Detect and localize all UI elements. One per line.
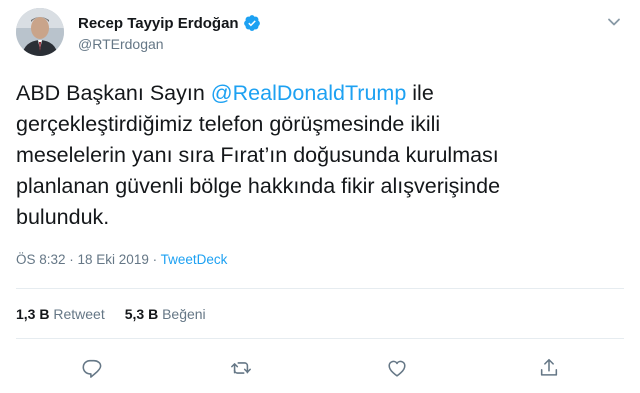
reply-icon[interactable] (80, 356, 104, 380)
tweet-source[interactable]: TweetDeck (161, 252, 228, 267)
likes-count: 5,3 B (124, 306, 159, 322)
tweet-text: ABD Başkanı Sayın @RealDonaldTrump ile g… (16, 78, 616, 233)
retweet-icon[interactable] (229, 356, 253, 380)
avatar-image (16, 8, 64, 56)
meta-separator: · (65, 252, 78, 267)
meta-separator: · (148, 252, 161, 267)
display-name[interactable]: Recep Tayyip Erdoğan (78, 15, 239, 32)
tweet-meta: ÖS 8:32 · 18 Eki 2019 · TweetDeck (16, 252, 227, 267)
verified-badge-icon (243, 14, 261, 32)
tweet-stats: 1,3 B Retweet 5,3 B Beğeni (16, 306, 206, 322)
tweet-time[interactable]: ÖS 8:32 (16, 252, 66, 267)
tweet-header: Recep Tayyip Erdoğan @RTErdogan (16, 8, 624, 58)
retweets-label: Retweet (53, 306, 105, 322)
tweet-date[interactable]: 18 Eki 2019 (78, 252, 149, 267)
mention-link[interactable]: @RealDonaldTrump (211, 81, 407, 105)
likes-label: Beğeni (162, 306, 206, 322)
user-handle[interactable]: @RTErdogan (78, 36, 261, 52)
share-icon[interactable] (537, 356, 561, 380)
divider (16, 338, 624, 339)
retweets-stat[interactable]: 1,3 B Retweet (16, 306, 105, 322)
avatar[interactable] (16, 8, 64, 56)
retweets-count: 1,3 B (16, 306, 50, 322)
divider (16, 288, 624, 289)
tweet-text-part: ABD Başkanı Sayın (16, 81, 211, 105)
like-icon[interactable] (385, 356, 409, 380)
chevron-down-icon[interactable] (604, 12, 624, 32)
likes-stat[interactable]: 5,3 B Beğeni (125, 306, 206, 322)
tweet-actions (0, 352, 640, 382)
